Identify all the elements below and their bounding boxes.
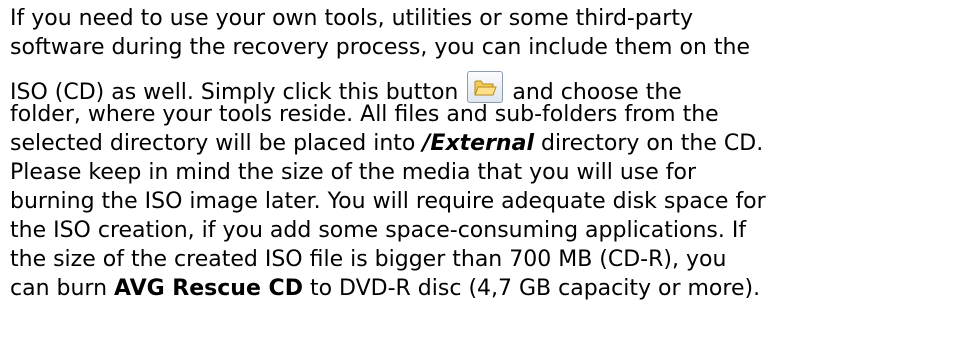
text-line-5-end: directory on the CD.: [540, 131, 764, 156]
choose-folder-button[interactable]: [467, 71, 504, 103]
text-line-10-end: to DVD-R disc (4,7 GB capacity or more).: [309, 276, 761, 301]
external-directory-name: /External: [422, 131, 534, 156]
text-line-10: can burn AVG Rescue CD to DVD-R disc (4,…: [10, 274, 965, 303]
text-line-7: burning the ISO image later. You will re…: [10, 189, 766, 214]
help-paragraph: If you need to use your own tools, utili…: [10, 4, 965, 303]
text-line-1: If you need to use your own tools, utili…: [10, 6, 693, 31]
text-line-10-start: can burn: [10, 276, 108, 301]
text-line-3: ISO (CD) as well. Simply click this butt…: [10, 71, 965, 105]
text-line-5-start: selected directory will be placed into: [10, 131, 416, 156]
text-line-6: Please keep in mind the size of the medi…: [10, 160, 697, 185]
product-name: AVG Rescue CD: [114, 276, 303, 301]
text-line-5: selected directory will be placed into /…: [10, 129, 965, 158]
text-line-8: the ISO creation, if you add some space-…: [10, 218, 747, 243]
text-line-2: software during the recovery process, yo…: [10, 35, 750, 60]
text-line-4: folder, where your tools reside. All fil…: [10, 102, 719, 127]
folder-open-icon: [474, 80, 498, 96]
text-line-9: the size of the created ISO file is bigg…: [10, 247, 727, 272]
line-spacer: [10, 62, 965, 71]
